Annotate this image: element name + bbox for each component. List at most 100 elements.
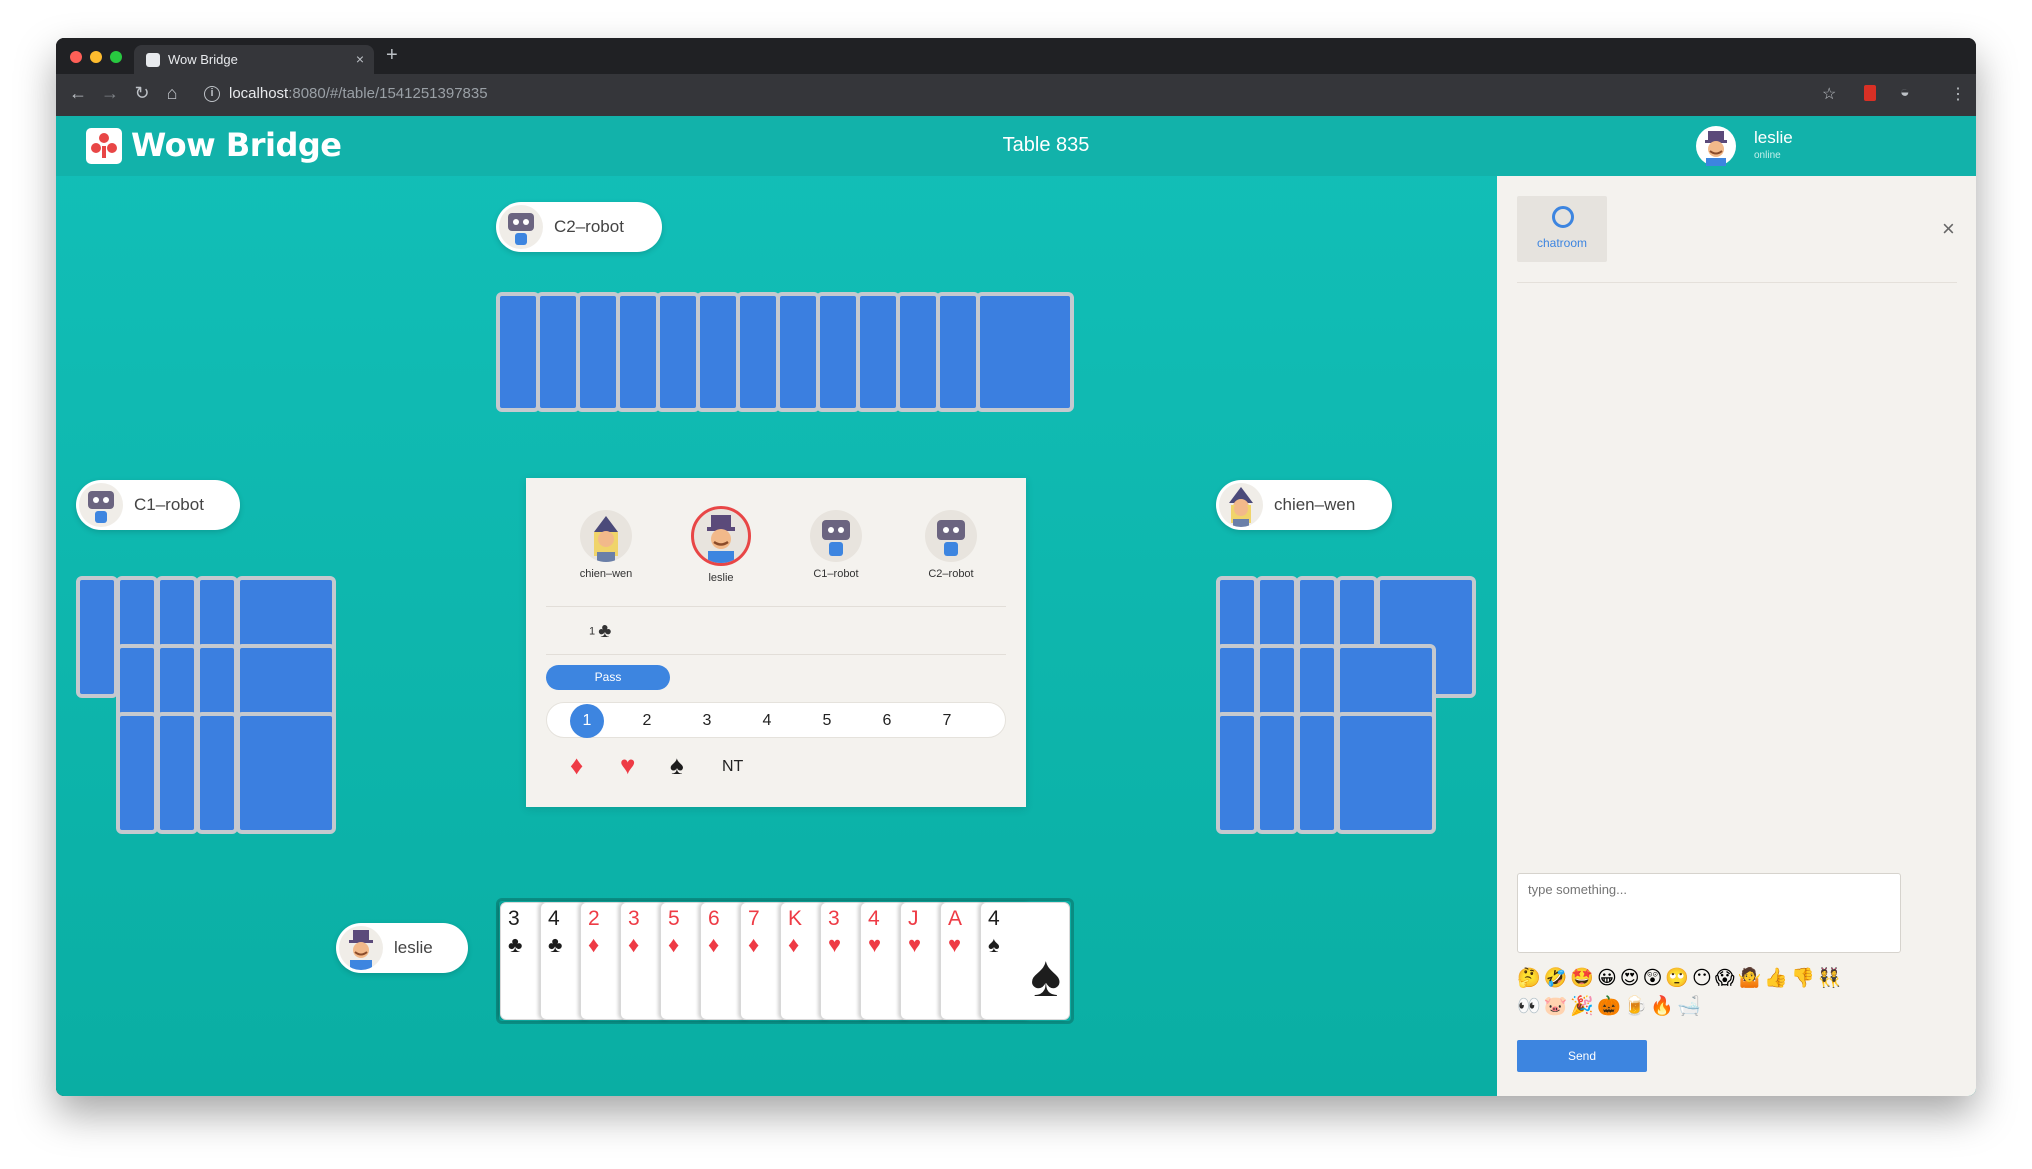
- card-rank: 4: [988, 907, 1000, 930]
- home-icon[interactable]: ⌂: [160, 83, 184, 104]
- card-back: [736, 292, 780, 412]
- browser-toolbar: ← → ↻ ⌂ i localhost:8080/#/table/1541251…: [56, 74, 1976, 116]
- card-suit-icon: ♦: [748, 932, 760, 957]
- bid-player-leslie: leslie: [666, 506, 776, 584]
- player-pill-east: chien–wen: [1216, 480, 1392, 530]
- level-2-button[interactable]: 2: [630, 704, 664, 738]
- send-button[interactable]: Send: [1517, 1040, 1647, 1072]
- emoji-picker-row[interactable]: 🤔🤣🤩😀😍😲🙄😶😱🤷👍👎👯: [1517, 966, 1844, 989]
- card-rank: 3: [508, 907, 520, 930]
- back-icon[interactable]: ←: [66, 83, 90, 104]
- user-avatar[interactable]: [1696, 126, 1736, 166]
- tab-close-button[interactable]: ×: [356, 45, 364, 74]
- card-back: [816, 292, 860, 412]
- card-rank: 3: [828, 907, 840, 930]
- active-player-avatar-icon: [691, 506, 751, 566]
- site-info-icon[interactable]: i: [204, 86, 220, 102]
- emoji-picker-row[interactable]: 👀🐷🎉🎃🍺🔥🛁: [1517, 994, 1704, 1017]
- bid-player-c1-robot: C1–robot: [781, 510, 891, 580]
- robot-avatar-icon: [810, 510, 862, 562]
- player-name-west: C1–robot: [134, 495, 204, 514]
- card-back: [576, 292, 620, 412]
- card-rank: 7: [748, 907, 760, 930]
- card-back: [1336, 712, 1436, 834]
- player-pill-south: leslie: [336, 923, 468, 973]
- robot-avatar-icon: [925, 510, 977, 562]
- close-icon[interactable]: ×: [1942, 216, 1955, 242]
- level-4-button[interactable]: 4: [750, 704, 784, 738]
- card-back: [196, 712, 238, 834]
- wizard-avatar-icon: [580, 510, 632, 562]
- level-5-button[interactable]: 5: [810, 704, 844, 738]
- browser-tab[interactable]: Wow Bridge ×: [134, 45, 374, 74]
- card-back: [1216, 712, 1258, 834]
- browser-tab-bar: Wow Bridge × +: [56, 38, 1976, 74]
- card-back: [496, 292, 540, 412]
- card-back: [76, 576, 118, 698]
- card-back: [236, 712, 336, 834]
- forward-icon[interactable]: →: [98, 83, 122, 104]
- card-back: [1296, 712, 1338, 834]
- card-back: [936, 292, 980, 412]
- heart-bid-icon[interactable]: ♥: [620, 750, 635, 781]
- maximize-window-button[interactable]: [110, 51, 122, 63]
- player-pill-north: C2–robot: [496, 202, 662, 252]
- level-3-button[interactable]: 3: [690, 704, 724, 738]
- pass-button[interactable]: Pass: [546, 665, 670, 690]
- bid-player-name: leslie: [708, 572, 734, 584]
- card-back: [1256, 712, 1298, 834]
- chat-message-input[interactable]: [1517, 873, 1901, 953]
- level-1-button[interactable]: 1: [570, 704, 604, 738]
- new-tab-button[interactable]: +: [386, 44, 398, 67]
- tab-title: Wow Bridge: [168, 52, 238, 67]
- hand-card[interactable]: 4 ♠ ♠: [980, 902, 1070, 1020]
- card-rank: 3: [628, 907, 640, 930]
- bid-player-c2-robot: C2–robot: [896, 510, 1006, 580]
- card-suit-icon: ♥: [948, 932, 962, 957]
- logo-icon: [86, 128, 122, 164]
- app-logo-text[interactable]: Wow Bridge: [131, 126, 342, 164]
- menu-kebab-icon[interactable]: ⋮: [1950, 84, 1966, 104]
- url-host: localhost: [229, 85, 289, 102]
- user-avatar-icon: [339, 926, 383, 970]
- level-6-button[interactable]: 6: [870, 704, 904, 738]
- card-back: [536, 292, 580, 412]
- incognito-icon[interactable]: ◒: [1900, 84, 1910, 102]
- bid-player-name: chien–wen: [579, 568, 633, 580]
- level-7-button[interactable]: 7: [930, 704, 964, 738]
- chatroom-tab[interactable]: chatroom: [1517, 196, 1607, 262]
- card-rank: K: [788, 907, 803, 930]
- card-suit-icon: ♥: [828, 932, 842, 957]
- card-rank: 5: [668, 907, 680, 930]
- spade-bid-icon[interactable]: ♠: [670, 750, 684, 781]
- card-back: [156, 712, 198, 834]
- card-rank: 4: [868, 907, 880, 930]
- browser-window: Wow Bridge × + ← → ↻ ⌂ i localhost:8080/…: [56, 38, 1976, 1096]
- robot-avatar-icon: [499, 205, 543, 249]
- reload-icon[interactable]: ↻: [130, 83, 154, 104]
- no-trump-bid-button[interactable]: NT: [722, 758, 743, 776]
- bid-player-name: C1–robot: [813, 568, 859, 580]
- card-suit-large-icon: ♠: [1030, 944, 1061, 1009]
- app-header: Wow Bridge Table 835 leslie online: [56, 116, 1976, 176]
- app-root: Wow Bridge Table 835 leslie online C2–ro…: [56, 116, 1976, 1096]
- favicon-icon: [146, 53, 160, 67]
- user-name[interactable]: leslie: [1754, 128, 1793, 148]
- diamond-bid-icon[interactable]: ♦: [570, 750, 583, 781]
- address-bar[interactable]: localhost:8080/#/table/1541251397835: [229, 85, 488, 102]
- wizard-avatar-icon: [1219, 483, 1263, 527]
- table-title: Table 835: [1002, 134, 1090, 156]
- card-back: [976, 292, 1074, 412]
- extension-icon[interactable]: [1864, 85, 1876, 101]
- divider: [546, 654, 1006, 655]
- bookmark-star-icon[interactable]: ☆: [1822, 84, 1836, 104]
- user-status: online: [1754, 150, 1781, 161]
- chatroom-tab-label: chatroom: [1536, 236, 1588, 250]
- minimize-window-button[interactable]: [90, 51, 102, 63]
- card-suit-icon: ♦: [668, 932, 680, 957]
- chat-bubble-icon: [1552, 206, 1574, 228]
- bid-player-chien-wen: chien–wen: [551, 510, 661, 580]
- card-back: [696, 292, 740, 412]
- close-window-button[interactable]: [70, 51, 82, 63]
- card-rank: 2: [588, 907, 600, 930]
